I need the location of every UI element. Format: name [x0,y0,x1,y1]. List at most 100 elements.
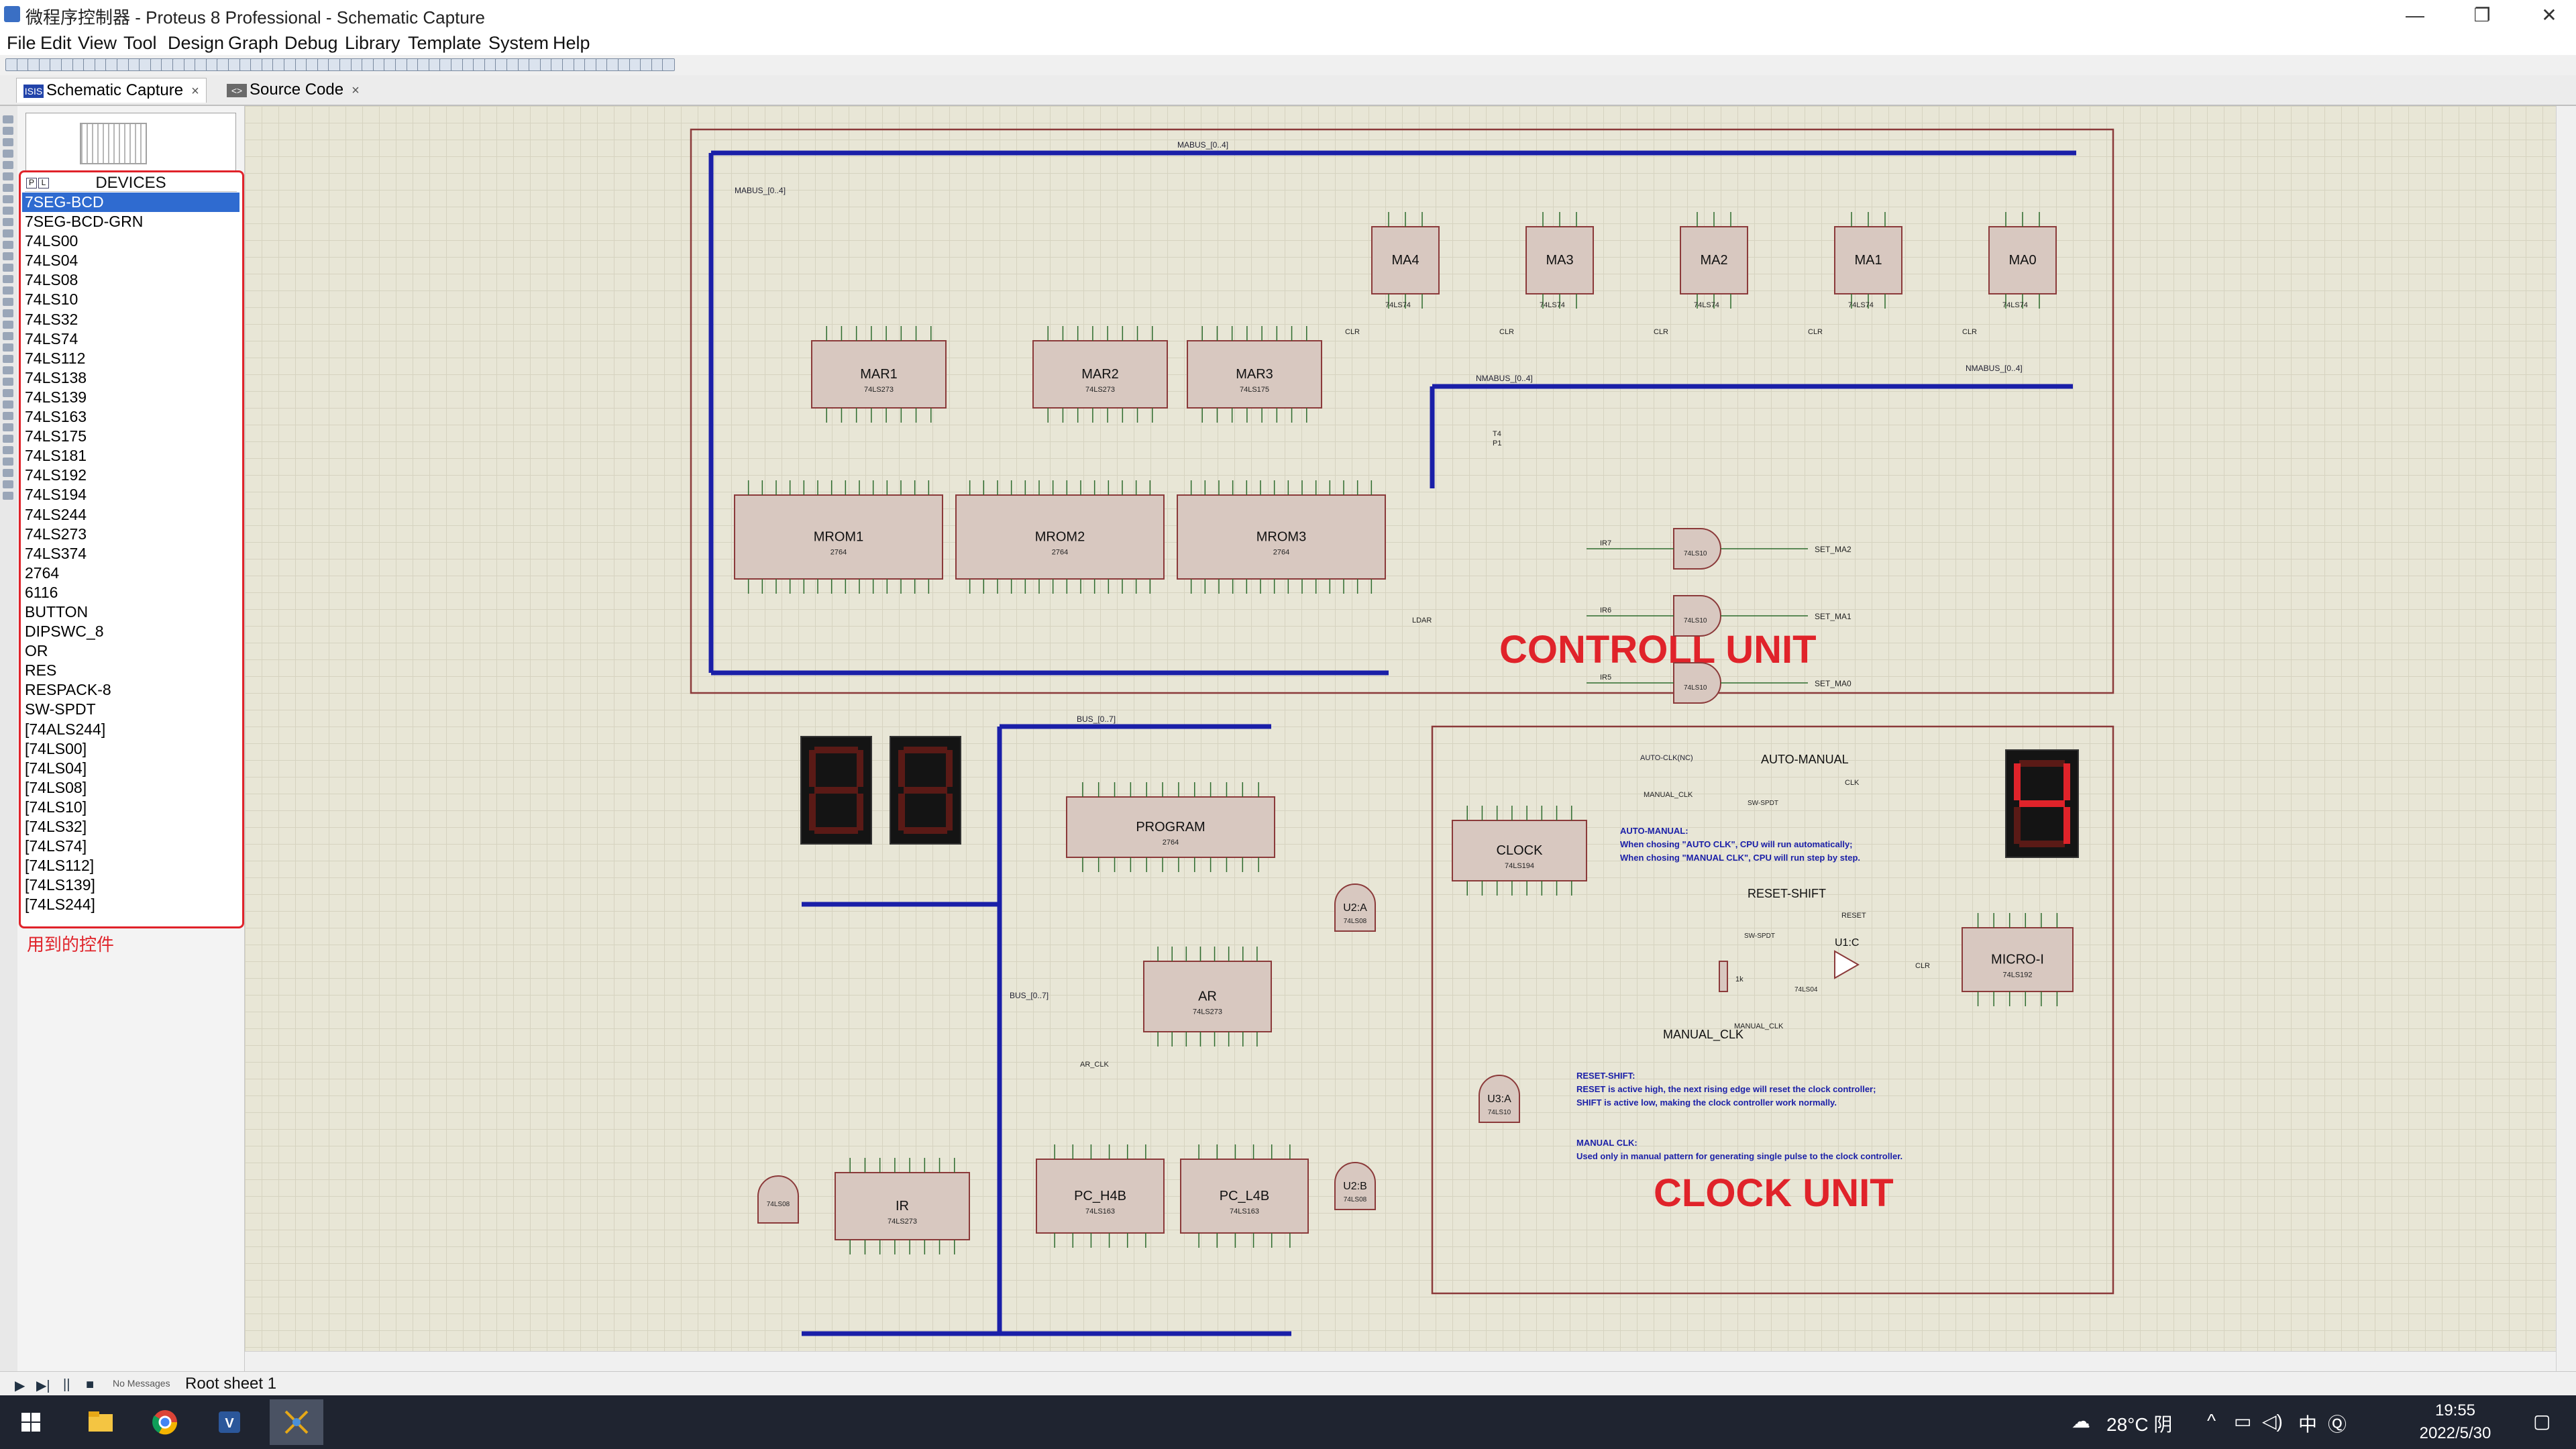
tool-button[interactable] [3,184,13,192]
menu-template[interactable]: Template [404,33,486,54]
tool-button[interactable] [3,298,13,306]
tool-button[interactable] [3,150,13,158]
notification-icon[interactable]: ▢ [2533,1410,2551,1432]
device-item[interactable]: 74LS175 [22,427,239,446]
device-item[interactable]: [74LS112] [22,856,239,875]
library-manager-button[interactable]: L [38,178,49,189]
tray-expand-icon[interactable]: ^ [2207,1410,2216,1432]
menu-edit[interactable]: Edit [36,33,76,54]
tool-button[interactable] [3,389,13,397]
device-item[interactable]: 74LS10 [22,290,239,309]
menu-tool[interactable]: Tool [119,33,161,54]
tool-button[interactable] [3,115,13,123]
tool-button[interactable] [3,366,13,374]
weather-text[interactable]: 28°C 阴 [2106,1410,2172,1437]
device-item[interactable]: 2764 [22,564,239,583]
device-item[interactable]: 74LS194 [22,485,239,504]
device-item[interactable]: [74LS04] [22,759,239,778]
toolbar-button[interactable] [662,58,676,71]
tool-button[interactable] [3,252,13,260]
tab-schematic-capture[interactable]: ISIS Schematic Capture × [16,78,207,103]
device-item[interactable]: [74LS74] [22,837,239,856]
device-item[interactable]: 74LS181 [22,446,239,466]
tool-button[interactable] [3,172,13,180]
tool-button[interactable] [3,332,13,340]
schematic-canvas[interactable]: CONTROLL UNIT CLOCK UNIT MABUS_[0..4] MABUS… [245,106,2576,1371]
device-item[interactable]: 7SEG-BCD [22,193,239,213]
visio-icon[interactable]: V [203,1399,256,1445]
menu-system[interactable]: System [484,33,553,54]
windows-start-icon[interactable] [4,1399,58,1445]
device-item[interactable]: 74LS192 [22,466,239,485]
proteus-icon[interactable] [270,1399,323,1445]
overview-window[interactable] [25,113,236,172]
tool-button[interactable] [3,492,13,500]
device-item[interactable]: 6116 [22,583,239,602]
device-item[interactable]: 74LS273 [22,525,239,544]
device-item[interactable]: DIPSWC_8 [22,622,239,641]
close-button[interactable]: ✕ [2509,0,2576,31]
tool-button[interactable] [3,435,13,443]
tool-button[interactable] [3,229,13,237]
tool-button[interactable] [3,264,13,272]
tool-button[interactable] [3,412,13,420]
device-item[interactable]: 74LS112 [22,349,239,368]
device-item[interactable]: 74LS374 [22,544,239,564]
tool-button[interactable] [3,446,13,454]
tab-source-code[interactable]: <> Source Code × [220,78,366,102]
device-item[interactable]: RES [22,661,239,680]
tab-close-icon[interactable]: × [191,84,199,99]
device-item[interactable]: [74LS00] [22,739,239,759]
tool-button[interactable] [3,161,13,169]
input-method-icon[interactable]: Ⓠ [2328,1410,2347,1437]
device-item[interactable]: 74LS139 [22,388,239,407]
system-clock[interactable]: 19:55 2022/5/30 [2388,1399,2522,1445]
device-item[interactable]: 74LS32 [22,310,239,329]
device-item[interactable]: 74LS163 [22,407,239,427]
tab-close-icon[interactable]: × [352,83,360,98]
device-item[interactable]: 74LS244 [22,505,239,525]
device-item[interactable]: [74LS244] [22,895,239,914]
device-item[interactable]: SW-SPDT [22,700,239,719]
tool-button[interactable] [3,423,13,431]
step-button[interactable]: ▶| [36,1377,50,1394]
menu-file[interactable]: File [3,33,40,54]
tool-button[interactable] [3,275,13,283]
device-item[interactable]: 7SEG-BCD-GRN [22,212,239,231]
device-item[interactable]: [74LS08] [22,778,239,798]
tool-button[interactable] [3,400,13,409]
device-item[interactable]: BUTTON [22,602,239,622]
pick-devices-button[interactable]: P [26,178,37,189]
tool-button[interactable] [3,127,13,135]
device-item[interactable]: 74LS138 [22,368,239,388]
tool-button[interactable] [3,241,13,249]
stop-button[interactable]: ■ [86,1377,94,1393]
tool-button[interactable] [3,321,13,329]
device-item[interactable]: [74LS139] [22,875,239,895]
device-item[interactable]: 74LS00 [22,231,239,251]
file-explorer-icon[interactable] [74,1399,127,1445]
tool-button[interactable] [3,469,13,477]
device-item[interactable]: [74LS32] [22,817,239,837]
device-item[interactable]: RESPACK-8 [22,680,239,700]
tool-button[interactable] [3,343,13,352]
tool-button[interactable] [3,458,13,466]
tool-button[interactable] [3,309,13,317]
tool-button[interactable] [3,138,13,146]
network-icon[interactable]: ▭ [2234,1410,2251,1432]
pause-button[interactable]: || [63,1377,70,1393]
tool-button[interactable] [3,218,13,226]
menu-help[interactable]: Help [549,33,594,54]
tool-button[interactable] [3,355,13,363]
play-button[interactable]: ▶ [15,1377,25,1394]
horizontal-scrollbar[interactable] [245,1351,2556,1372]
device-item[interactable]: 74LS08 [22,270,239,290]
tool-button[interactable] [3,480,13,488]
device-item[interactable]: 74LS04 [22,251,239,270]
weather-icon[interactable]: ☁ [2072,1410,2090,1432]
device-item[interactable]: [74ALS244] [22,720,239,739]
tool-button[interactable] [3,286,13,294]
menu-debug[interactable]: Debug [280,33,342,54]
tool-button[interactable] [3,207,13,215]
tool-button[interactable] [3,195,13,203]
